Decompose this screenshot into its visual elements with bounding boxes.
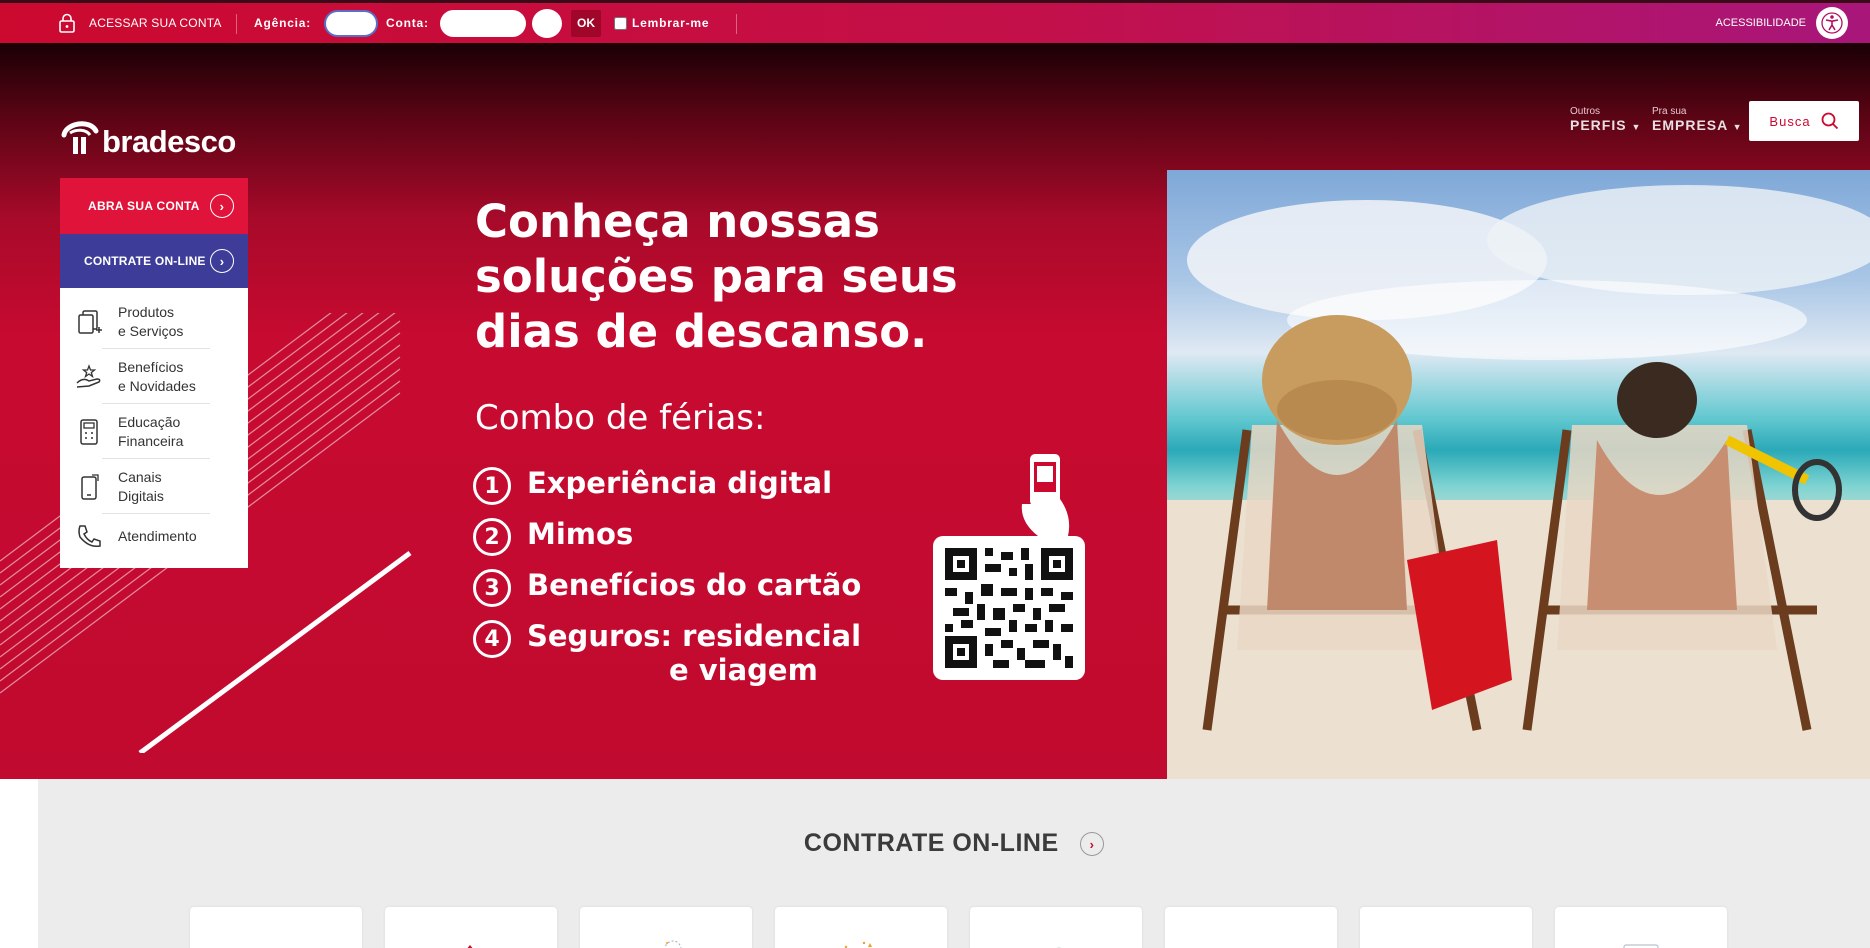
menu-line1: Benefícios [118,358,184,375]
product-card[interactable] [190,907,362,948]
item-text: Mimos [527,517,634,551]
product-card[interactable] [1555,907,1727,948]
telephone-icon [60,522,118,550]
product-card[interactable] [385,907,557,948]
divider [236,14,237,34]
other-profiles-dropdown[interactable]: Outros PERFIS ▼ [1570,106,1641,135]
item-text: Seguros: residencial [527,619,862,653]
agencia-input[interactable] [324,9,378,37]
qr-code [933,536,1085,680]
item-number: 3 [473,569,511,607]
products-icon [60,308,118,336]
list-item: 4 Seguros: residencial e viagem [473,619,861,689]
divider [736,14,737,34]
list-item: 2 Mimos [473,517,861,568]
conta-digito-input[interactable] [532,8,562,38]
page-margin [0,821,38,948]
menu-line1: Educação [118,413,181,430]
empresa-label: EMPRESA [1652,117,1728,133]
top-login-bar: ACESSAR SUA CONTA Agência: Conta: OK Lem… [0,0,1870,43]
item-text: Experiência digital [527,466,833,500]
menu-line2: e Serviços [118,322,184,339]
banner-headline: Conheça nossas soluções para seus dias d… [475,195,958,358]
product-card[interactable] [580,907,752,948]
menu-line2: Financeira [118,432,184,449]
chevron-down-icon: ▼ [1631,122,1642,132]
card-illustration-icon [467,945,473,948]
conta-input[interactable] [440,9,526,37]
sidebar-item-canais[interactable]: Canais Digitais [60,459,248,514]
side-menu-list: Produtos e Serviços Benefícios e Novidades… [60,288,248,568]
banner-benefits-list: 1 Experiência digital 2 Mimos 3 Benefíci… [473,466,861,689]
lock-icon [58,3,76,43]
hire-online-button[interactable]: CONTRATE ON-LINE › [60,234,248,288]
accessibility-link[interactable]: ACESSIBILIDADE [1716,3,1806,43]
beach-photo [1167,170,1870,779]
search-icon [1821,112,1838,130]
menu-line1: Produtos [118,303,175,320]
product-card[interactable] [775,907,947,948]
accessibility-button[interactable] [1816,3,1848,43]
chevron-right-icon[interactable]: › [1080,832,1105,857]
sidebar-item-produtos[interactable]: Produtos e Serviços [60,294,248,349]
card-illustration-icon [664,940,682,948]
remember-checkbox[interactable] [614,16,627,30]
profiles-label: PERFIS [1570,117,1627,133]
menu-line1: Atendimento [118,527,197,544]
accessibility-icon [1816,7,1848,39]
search-label: Busca [1769,113,1811,129]
mobile-phone-icon [60,473,118,501]
sidebar-item-educacao[interactable]: Educação Financeira [60,404,248,459]
conta-label: Conta: [386,16,429,30]
product-card[interactable] [970,907,1142,948]
chevron-right-icon: › [210,194,234,218]
hire-online-label: CONTRATE ON-LINE [84,254,206,268]
item-text: Benefícios do cartão [527,568,862,602]
remember-me-checkbox[interactable]: Lembrar-me [614,3,709,43]
hero-section: bradesco Outros PERFIS ▼ Pra sua EMPRESA… [0,43,1870,779]
logo-text: bradesco [102,124,236,159]
chevron-right-icon: › [210,249,234,273]
agencia-label: Agência: [254,16,312,30]
product-card[interactable] [1165,907,1337,948]
empresa-small-label: Pra sua [1652,106,1687,117]
business-profile-dropdown[interactable]: Pra sua EMPRESA ▼ [1652,106,1743,135]
item-number: 2 [473,518,511,556]
item-number: 1 [473,467,511,505]
access-account-link[interactable]: ACESSAR SUA CONTA [89,3,222,43]
sidebar-item-beneficios[interactable]: Benefícios e Novidades [60,349,248,404]
hire-online-section: CONTRATE ON-LINE › [38,779,1870,948]
remember-label: Lembrar-me [632,16,710,30]
banner-combo-title: Combo de férias: [475,398,766,438]
bradesco-logo-icon [61,121,99,154]
side-menu: ABRA SUA CONTA › CONTRATE ON-LINE › Prod… [60,178,248,568]
menu-line2: e Novidades [118,377,196,394]
search-button[interactable]: Busca [1749,101,1859,141]
card-illustration-icon [1056,947,1062,948]
open-account-label: ABRA SUA CONTA [88,199,200,213]
benefits-hand-star-icon [60,363,118,391]
product-card[interactable] [1360,907,1532,948]
login-ok-button[interactable]: OK [571,9,601,37]
calculator-icon [60,418,118,446]
card-illustration-icon [844,941,872,948]
menu-line1: Canais [118,468,162,485]
profiles-small-label: Outros [1570,106,1601,117]
product-cards [190,907,1727,948]
section-title: CONTRATE ON-LINE [803,829,1059,857]
menu-line2: Digitais [118,487,164,504]
item-number: 4 [473,620,511,658]
item-text-continuation: e viagem [669,653,818,687]
bradesco-logo[interactable]: bradesco [60,117,236,157]
sidebar-item-atendimento[interactable]: Atendimento [60,514,248,558]
list-item: 1 Experiência digital [473,466,861,517]
phone-qr-icon [1018,452,1074,543]
card-illustration-icon [1623,944,1659,948]
chevron-down-icon: ▼ [1732,122,1743,132]
open-account-button[interactable]: ABRA SUA CONTA › [60,178,248,234]
list-item: 3 Benefícios do cartão [473,568,861,619]
